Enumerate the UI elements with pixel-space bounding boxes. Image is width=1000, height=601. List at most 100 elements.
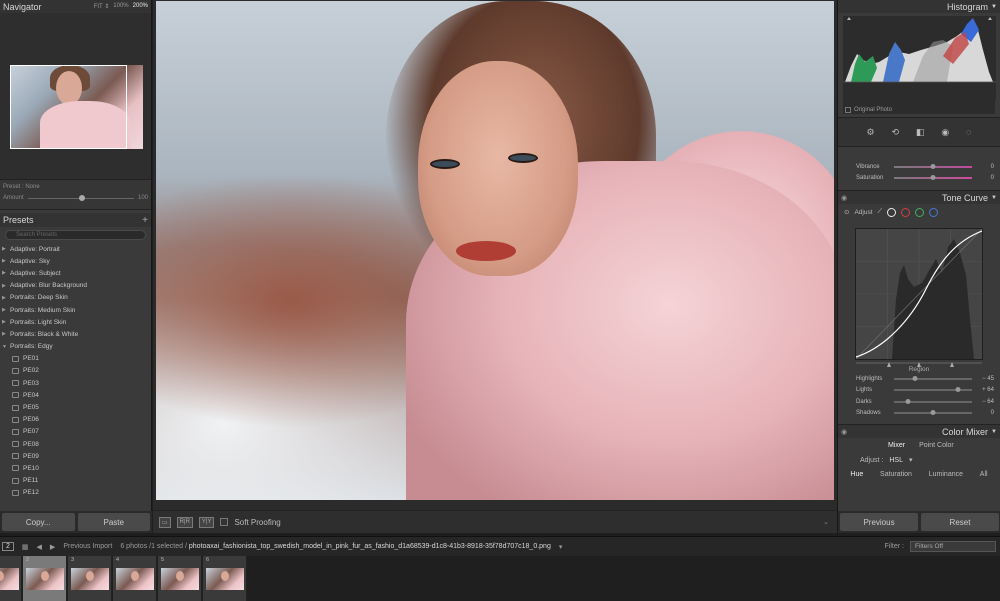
darks-slider-row[interactable]: Darks − 64 (838, 396, 1000, 408)
masking-icon[interactable]: ◌ (966, 127, 971, 137)
shadows-slider[interactable] (894, 410, 972, 416)
film-thumbnail[interactable]: 6 (203, 556, 247, 601)
navigator-header[interactable]: Navigator FIT ⇕ 100% 200% (0, 0, 151, 13)
source-label[interactable]: Previous Import (63, 543, 112, 550)
main-photo[interactable] (156, 1, 834, 500)
subtab-all[interactable]: All (980, 471, 988, 478)
copy-button[interactable]: Copy... (2, 513, 75, 531)
point-curve-white-icon[interactable] (887, 207, 897, 217)
preset-item[interactable]: PE09 (2, 450, 151, 462)
crop-icon[interactable]: ⟲ (891, 127, 899, 138)
preset-group[interactable]: ▶ Adaptive: Sky (2, 255, 151, 267)
preset-search-input[interactable]: Search Presets (5, 230, 146, 240)
curve-split-markers[interactable] (856, 360, 982, 368)
eye-icon[interactable]: ◉ (841, 194, 851, 202)
preset-item[interactable]: PE07 (2, 426, 151, 438)
target-icon[interactable]: ⊙ (844, 208, 849, 216)
amount-slider[interactable] (27, 194, 134, 201)
presets-header[interactable]: Presets + (0, 213, 151, 227)
saturation-slider-row[interactable]: Saturation 0 (838, 173, 1000, 185)
parametric-curve-icon[interactable]: ⟋ (878, 208, 883, 216)
preset-item[interactable]: PE06 (2, 414, 151, 426)
secondary-display-button[interactable]: 2 (2, 542, 14, 551)
shadows-slider-row[interactable]: Shadows 0 (838, 408, 1000, 420)
preset-group[interactable]: ▶ Portraits: Medium Skin (2, 304, 151, 316)
amount-slider-knob[interactable] (78, 194, 85, 201)
chevron-down-icon[interactable]: ⌄ (823, 518, 829, 526)
adjust-mode-select[interactable]: HSL (889, 457, 903, 464)
shadows-knob[interactable] (930, 410, 936, 416)
film-thumbnail[interactable]: 1 (0, 556, 22, 601)
red-eye-icon[interactable]: ◉ (941, 127, 949, 138)
paste-button[interactable]: Paste (77, 513, 150, 531)
forward-arrow-icon[interactable]: ▶ (50, 543, 55, 551)
add-preset-icon[interactable]: + (142, 215, 148, 226)
highlights-knob[interactable] (912, 375, 918, 381)
survey-view-button[interactable]: Y|Y (198, 516, 215, 528)
green-channel-icon[interactable] (915, 207, 925, 217)
reset-button[interactable]: Reset (921, 513, 999, 531)
original-photo-toggle[interactable]: Original Photo (845, 107, 892, 113)
chevron-down-icon[interactable]: ▾ (559, 543, 563, 551)
preset-group[interactable]: ▶ Adaptive: Subject (2, 267, 151, 279)
zoom-100[interactable]: 100% (113, 3, 128, 10)
preset-item[interactable]: PE05 (2, 401, 151, 413)
vibrance-slider-row[interactable]: Vibrance 0 (838, 161, 1000, 173)
original-photo-checkbox[interactable] (845, 107, 851, 113)
tone-curve-graph[interactable] (855, 228, 983, 367)
preset-item[interactable]: PE02 (2, 365, 151, 377)
lights-slider[interactable] (894, 387, 972, 393)
preset-group-expanded[interactable]: ▼ Portraits: Edgy (2, 341, 151, 353)
soft-proofing-checkbox[interactable] (220, 518, 229, 526)
preset-item[interactable]: PE11 (2, 475, 151, 487)
lights-knob[interactable] (955, 387, 961, 393)
tab-point-color[interactable]: Point Color (919, 442, 954, 449)
preset-item[interactable]: PE08 (2, 438, 151, 450)
tone-curve-header[interactable]: ◉ Tone Curve ▼ (838, 190, 1000, 204)
film-thumbnail[interactable]: 4 (113, 556, 157, 601)
preset-group[interactable]: ▶ Portraits: Deep Skin (2, 292, 151, 304)
subtab-hue[interactable]: Hue (850, 471, 863, 478)
zoom-200[interactable]: 200% (133, 3, 148, 10)
preset-item[interactable]: PE12 (2, 487, 151, 499)
subtab-luminance[interactable]: Luminance (929, 471, 963, 478)
navigator-view-frame[interactable] (10, 65, 127, 149)
healing-icon[interactable]: ◧ (916, 127, 925, 138)
film-thumbnail-selected[interactable]: 2 (23, 556, 67, 601)
darks-slider[interactable] (894, 398, 972, 404)
preset-group[interactable]: ▶ Adaptive: Blur Background (2, 280, 151, 292)
edit-sliders-icon[interactable]: ⚙ (866, 127, 874, 138)
preset-item[interactable]: PE01 (2, 353, 151, 365)
preset-group[interactable]: ▶ Portraits: Black & White (2, 328, 151, 340)
preset-item[interactable]: PE03 (2, 377, 151, 389)
highlights-slider[interactable] (894, 375, 972, 381)
blue-channel-icon[interactable] (929, 207, 939, 217)
highlights-slider-row[interactable]: Highlights − 45 (838, 373, 1000, 385)
saturation-slider[interactable] (894, 175, 972, 181)
navigator-preview[interactable] (0, 13, 151, 180)
tab-mixer[interactable]: Mixer (888, 442, 905, 449)
vibrance-slider[interactable] (894, 163, 972, 169)
preset-item[interactable]: PE10 (2, 462, 151, 474)
previous-button[interactable]: Previous (840, 513, 918, 531)
zoom-fit[interactable]: FIT ⇕ (94, 3, 110, 10)
vibrance-knob[interactable] (930, 163, 936, 169)
loupe-view-button[interactable]: ▭ (159, 516, 171, 528)
back-arrow-icon[interactable]: ◀ (37, 543, 42, 551)
eye-icon[interactable]: ◉ (841, 428, 851, 436)
saturation-knob[interactable] (930, 175, 936, 181)
grid-icon[interactable]: ▦ (22, 543, 29, 551)
darks-knob[interactable] (905, 398, 911, 404)
film-thumbnail[interactable]: 5 (158, 556, 202, 601)
chevron-down-icon[interactable]: ▾ (909, 456, 913, 464)
compare-view-button[interactable]: R|R (176, 516, 193, 528)
color-mixer-header[interactable]: ◉ Color Mixer ▼ (838, 424, 1000, 438)
preset-group[interactable]: ▶ Portraits: Light Skin (2, 316, 151, 328)
filter-select[interactable]: Filters Off (910, 541, 996, 552)
lights-slider-row[interactable]: Lights + 64 (838, 385, 1000, 397)
histogram-header[interactable]: Histogram ▼ (838, 0, 1000, 13)
preset-item[interactable]: PE04 (2, 389, 151, 401)
preset-group[interactable]: ▶ Adaptive: Portrait (2, 243, 151, 255)
red-channel-icon[interactable] (901, 207, 911, 217)
histogram[interactable]: Original Photo (843, 16, 996, 114)
